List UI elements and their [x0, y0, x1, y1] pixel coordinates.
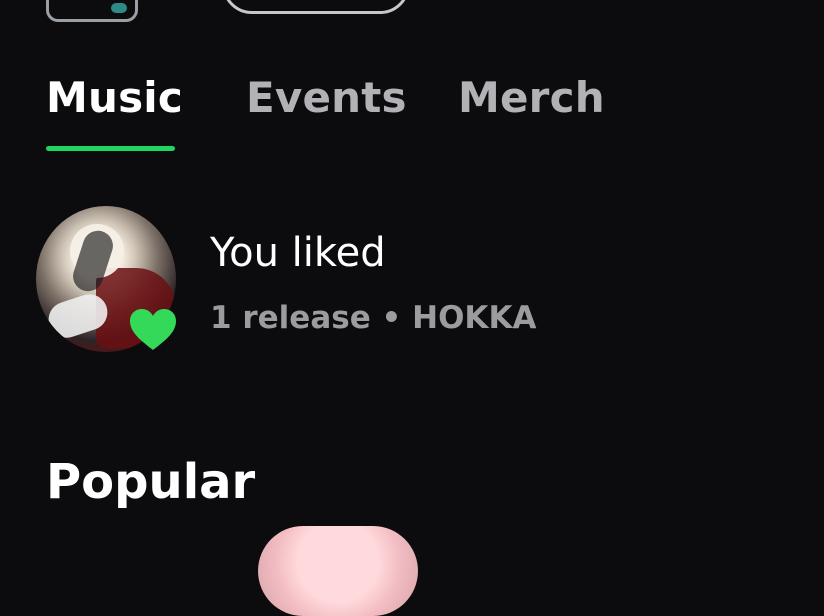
- heart-icon: [130, 309, 176, 350]
- tab-music[interactable]: Music: [46, 70, 183, 126]
- top-partial-indicator: [111, 3, 127, 13]
- you-liked-row[interactable]: You liked 1 release • HOKKA: [36, 206, 636, 352]
- liked-meta: 1 release • HOKKA: [210, 300, 537, 336]
- tab-events[interactable]: Events: [246, 70, 407, 126]
- tab-bar: Music Events Merch: [46, 70, 786, 160]
- top-partial-pill-button[interactable]: [222, 0, 410, 14]
- section-title-popular: Popular: [46, 454, 256, 510]
- tab-merch[interactable]: Merch: [458, 70, 605, 126]
- active-tab-indicator: [46, 146, 175, 151]
- top-partial-icon-button[interactable]: [46, 0, 138, 22]
- liked-title: You liked: [210, 230, 386, 276]
- popular-item-thumbnail[interactable]: [258, 526, 418, 616]
